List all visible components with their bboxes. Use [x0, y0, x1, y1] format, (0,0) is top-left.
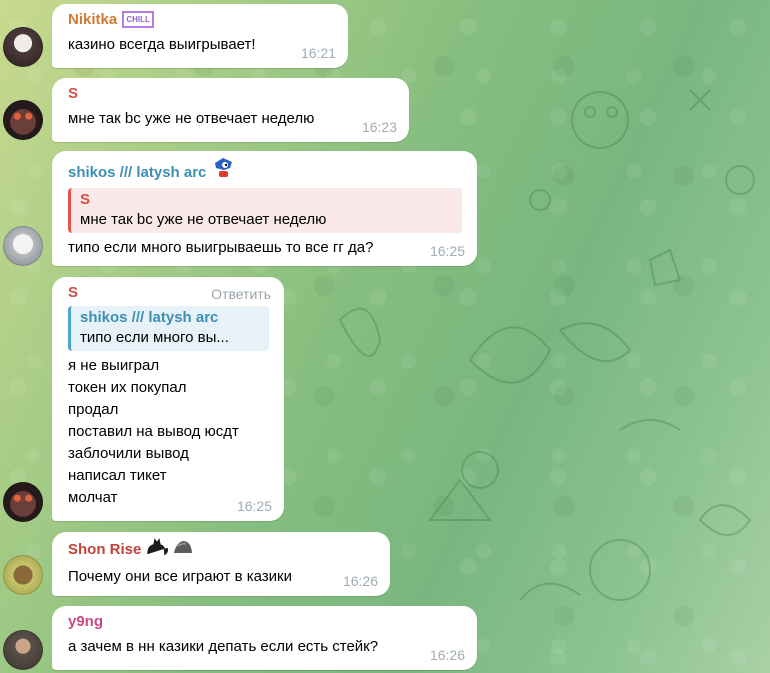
- quote-text: мне так bc уже не отвечает неделю: [80, 211, 327, 228]
- message-time: 16:25: [429, 243, 465, 259]
- rock-emoji-icon: [172, 538, 194, 561]
- reply-button[interactable]: Ответить: [211, 286, 271, 302]
- avatar[interactable]: [3, 27, 43, 67]
- quote-author: shikos /// latysh arc: [80, 309, 219, 326]
- message-line: написал тикет: [68, 467, 167, 484]
- message-text: типо если много выигрываешь то все гг да…: [68, 239, 374, 256]
- black-cat-emoji-icon: [146, 538, 168, 561]
- message-bubble[interactable]: shikos /// latysh arc S мне так bc уже н…: [52, 151, 477, 266]
- message-time: 16:25: [236, 498, 272, 514]
- message-text: Почему они все играют в казики: [68, 568, 292, 585]
- message-time: 16:26: [342, 573, 378, 589]
- message-line: продал: [68, 401, 119, 418]
- sender-name[interactable]: Nikitka CHILL: [68, 10, 333, 29]
- message-bubble[interactable]: S Ответить shikos /// latysh arc типо ес…: [52, 277, 284, 521]
- sender-name[interactable]: Shon Rise: [68, 538, 375, 561]
- reply-quote[interactable]: shikos /// latysh arc типо если много вы…: [68, 306, 269, 351]
- message-line: заблочили вывод: [68, 445, 189, 462]
- sender-name[interactable]: y9ng: [68, 612, 462, 631]
- message-bubble[interactable]: y9ng а зачем в нн казики депать если ест…: [52, 606, 477, 670]
- sonic-emoji-icon: [211, 157, 235, 184]
- message-text: а зачем в нн казики депать если есть сте…: [68, 638, 379, 655]
- message-bubble[interactable]: Nikitka CHILL казино всегда выигрывает! …: [52, 4, 348, 68]
- avatar[interactable]: [3, 482, 43, 522]
- message-time: 16:26: [429, 647, 465, 663]
- message-line: токен их покупал: [68, 379, 187, 396]
- message-bubble[interactable]: Shon Rise Почему они все играют в казики…: [52, 532, 390, 596]
- message-time: 16:23: [361, 119, 397, 135]
- avatar[interactable]: [3, 630, 43, 670]
- reply-quote[interactable]: S мне так bc уже не отвечает неделю: [68, 188, 462, 233]
- avatar[interactable]: [3, 226, 43, 266]
- message-bubble[interactable]: S мне так bc уже не отвечает неделю 16:2…: [52, 78, 409, 142]
- message-line: поставил на вывод юсдт: [68, 423, 239, 440]
- chill-badge: CHILL: [122, 11, 154, 28]
- avatar[interactable]: [3, 555, 43, 595]
- quote-author: S: [80, 191, 91, 208]
- sender-name[interactable]: shikos /// latysh arc: [68, 157, 462, 184]
- message-line: я не выиграл: [68, 357, 160, 374]
- message-text: казино всегда выигрывает!: [68, 36, 256, 53]
- message-time: 16:21: [300, 45, 336, 61]
- message-text: мне так bc уже не отвечает неделю: [68, 110, 315, 127]
- quote-text: типо если много вы...: [80, 329, 229, 346]
- avatar[interactable]: [3, 100, 43, 140]
- sender-name[interactable]: S: [68, 84, 394, 103]
